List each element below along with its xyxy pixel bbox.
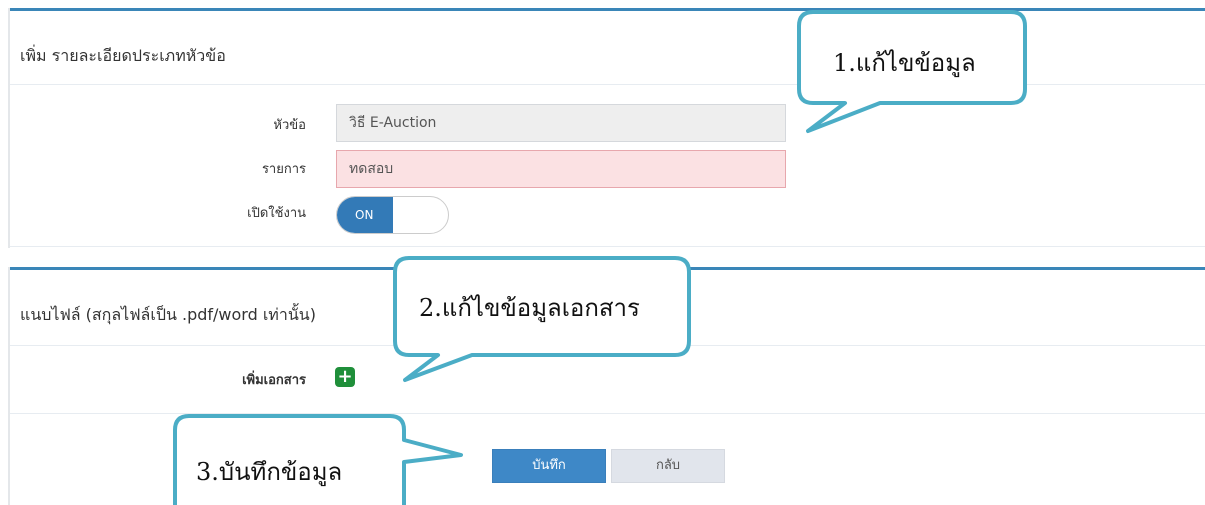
callout-layer <box>173 10 1027 505</box>
callout-3-text: 3.บันทึกข้อมูล <box>196 458 343 486</box>
callout-2-text: 2.แก้ไขข้อมูลเอกสาร <box>419 294 640 322</box>
callout-1-text: 1.แก้ไขข้อมูล <box>833 49 976 77</box>
